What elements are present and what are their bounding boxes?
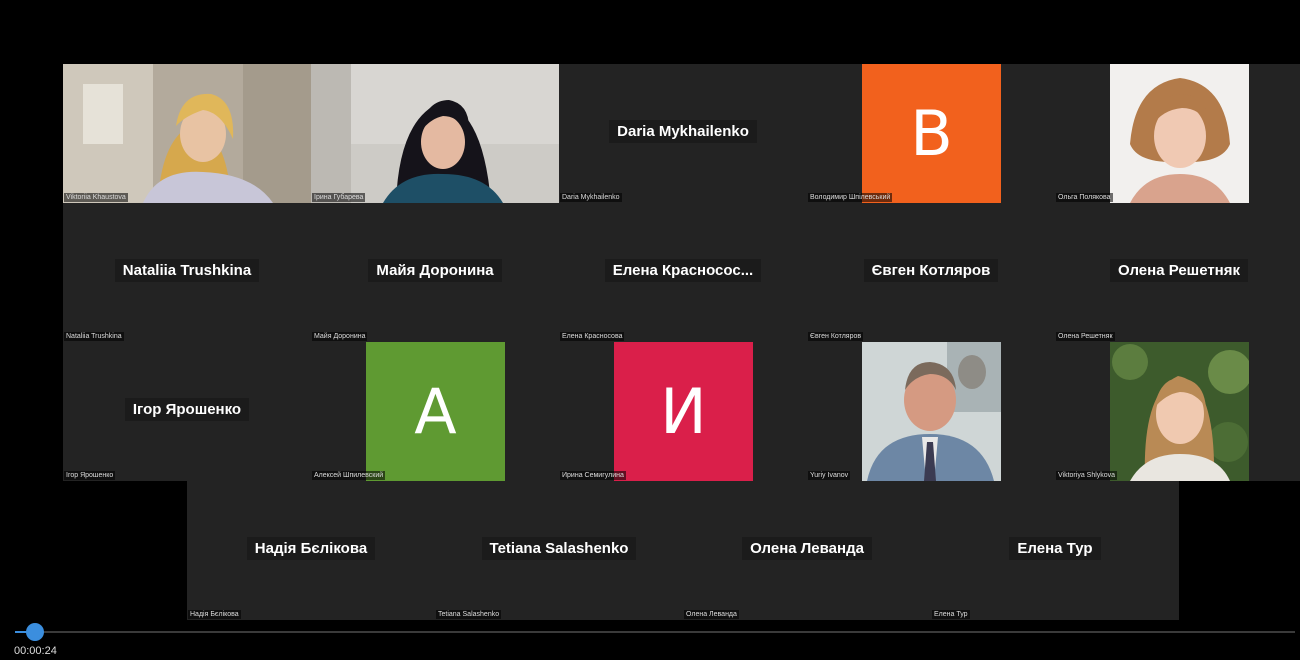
- participant-name-label: Nataliia Trushkina: [64, 332, 124, 341]
- participant-display-name: Daria Mykhailenko: [609, 119, 757, 143]
- participant-name-label: Володимир Шпілевський: [808, 193, 893, 202]
- playback-time: 00:00:24: [14, 645, 57, 657]
- participant-name-label: Viktoriia Khaustova: [64, 193, 128, 202]
- participant-tile[interactable]: Ольга Полякова: [1055, 64, 1300, 203]
- participant-name-label: Ірина Губарева: [312, 193, 366, 202]
- participant-tile[interactable]: Майя Доронина Майя Доронина: [311, 203, 559, 342]
- participant-name-label: Майя Доронина: [312, 332, 368, 341]
- participant-tile[interactable]: Олена Леванда Олена Леванда: [683, 481, 931, 620]
- participant-display-name: Надія Бєлікова: [246, 536, 376, 560]
- participant-tile[interactable]: Євген Котляров Євген Котляров: [807, 203, 1055, 342]
- participant-name-label: Олена Леванда: [684, 610, 739, 619]
- avatar: И: [614, 342, 753, 481]
- participant-tile[interactable]: B Володимир Шпілевський: [807, 64, 1055, 203]
- participant-display-name: Елена Красносос...: [604, 258, 762, 282]
- participant-tile[interactable]: Олена Решетняк Олена Решетняк: [1055, 203, 1300, 342]
- participant-tile[interactable]: Daria Mykhailenko Daria Mykhailenko: [559, 64, 807, 203]
- participant-name-label: Ирина Семигулина: [560, 471, 626, 480]
- participant-name-label: Олена Решетняк: [1056, 332, 1115, 341]
- participant-name-label: Надія Бєлікова: [188, 610, 241, 619]
- participant-tile[interactable]: Viktoriya Shlykova: [1055, 342, 1300, 481]
- participant-display-name: Елена Тур: [1009, 536, 1101, 560]
- avatar: [862, 342, 1001, 481]
- participant-display-name: Ігор Ярошенко: [124, 397, 250, 421]
- avatar: [1110, 342, 1249, 481]
- avatar: B: [862, 64, 1001, 203]
- participant-video: [63, 64, 311, 203]
- participant-display-name: Євген Котляров: [863, 258, 999, 282]
- participant-tile[interactable]: Елена Красносос... Елена Красносова: [559, 203, 807, 342]
- avatar: A: [366, 342, 505, 481]
- participant-tile[interactable]: Tetiana Salashenko Tetiana Salashenko: [435, 481, 683, 620]
- participant-name-label: Євген Котляров: [808, 332, 864, 341]
- avatar: [1110, 64, 1249, 203]
- seek-bar[interactable]: [15, 631, 1295, 633]
- participant-video: [311, 64, 559, 203]
- participant-display-name: Tetiana Salashenko: [481, 536, 637, 560]
- participant-tile[interactable]: И Ирина Семигулина: [559, 342, 807, 481]
- participant-display-name: Олена Решетняк: [1110, 258, 1248, 282]
- participant-name-label: Алексей Шпилевский: [312, 471, 386, 480]
- participant-name-label: Daria Mykhailenko: [560, 193, 622, 202]
- participant-tile[interactable]: A Алексей Шпилевский: [311, 342, 559, 481]
- participant-tile[interactable]: Ігор Ярошенко Ігор Ярошенко: [63, 342, 311, 481]
- participant-name-label: Ігор Ярошенко: [64, 471, 116, 480]
- participant-name-label: Елена Тур: [932, 610, 970, 619]
- participant-display-name: Nataliia Trushkina: [114, 258, 260, 282]
- participant-tile[interactable]: Ірина Губарева: [311, 64, 559, 203]
- participant-name-label: Елена Красносова: [560, 332, 625, 341]
- participant-display-name: Олена Леванда: [742, 536, 872, 560]
- participant-name-label: Ольга Полякова: [1056, 193, 1113, 202]
- meeting-recording-frame: Viktoriia Khaustova Ірина Губарева Daria…: [6, 6, 1300, 654]
- participant-display-name: Майя Доронина: [368, 258, 502, 282]
- participant-tile[interactable]: Nataliia Trushkina Nataliia Trushkina: [63, 203, 311, 342]
- participant-tile[interactable]: Yuriy Ivanov: [807, 342, 1055, 481]
- participant-tile[interactable]: Viktoriia Khaustova: [63, 64, 311, 203]
- participant-name-label: Viktoriya Shlykova: [1056, 471, 1118, 480]
- participant-name-label: Yuriy Ivanov: [808, 471, 851, 480]
- participant-name-label: Tetiana Salashenko: [436, 610, 502, 619]
- playback-controls: 00:00:24: [0, 622, 1300, 660]
- participant-tile[interactable]: Елена Тур Елена Тур: [931, 481, 1179, 620]
- seek-thumb[interactable]: [26, 623, 44, 641]
- participant-tile[interactable]: Надія Бєлікова Надія Бєлікова: [187, 481, 435, 620]
